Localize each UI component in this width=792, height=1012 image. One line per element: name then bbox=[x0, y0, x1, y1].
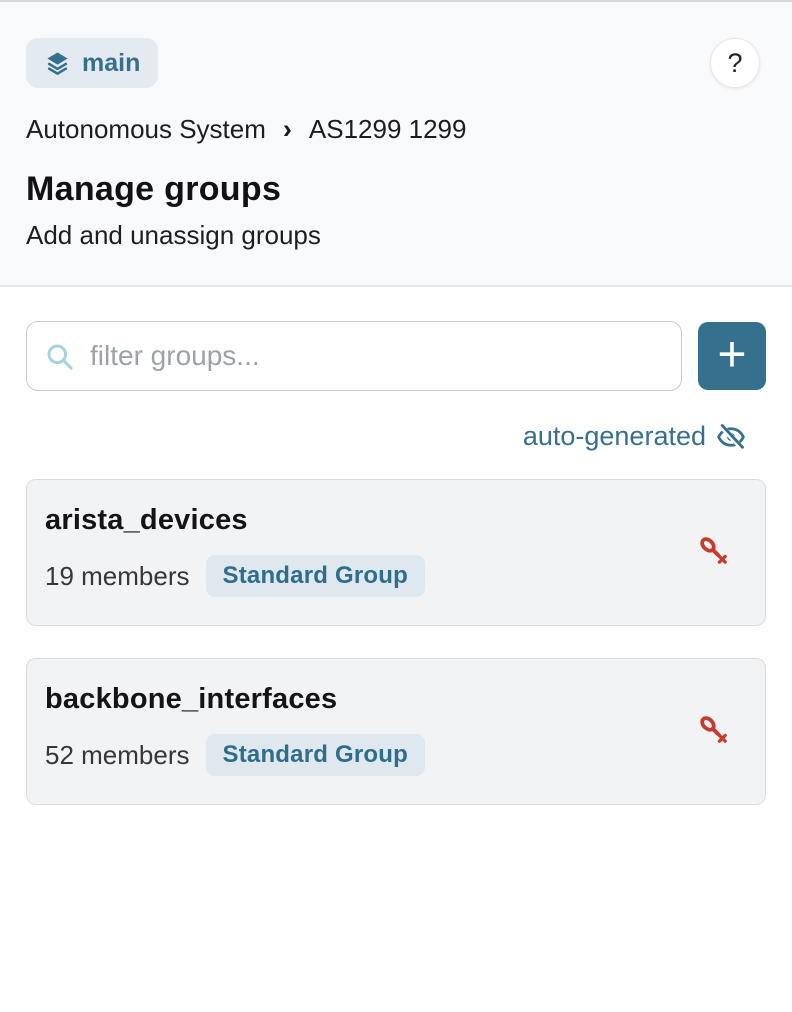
group-type-badge: Standard Group bbox=[206, 555, 425, 597]
page-title: Manage groups bbox=[26, 170, 766, 209]
magnifier-icon bbox=[44, 341, 75, 372]
breadcrumb: Autonomous System › AS1299 1299 bbox=[26, 114, 766, 145]
auto-generated-toggle[interactable]: auto-generated bbox=[523, 421, 746, 452]
group-member-count: 52 members bbox=[45, 740, 190, 771]
group-type-badge: Standard Group bbox=[206, 734, 425, 776]
page-content: + auto-generated arista_device bbox=[0, 321, 792, 805]
auto-generated-label: auto-generated bbox=[523, 421, 706, 452]
group-meta: 19 members Standard Group bbox=[45, 555, 425, 597]
group-member-count: 19 members bbox=[45, 561, 190, 592]
eye-off-icon bbox=[716, 422, 746, 452]
unlink-x-icon bbox=[698, 535, 729, 566]
filter-input-wrapper bbox=[26, 321, 682, 391]
manage-groups-page: main ? Autonomous System › AS1299 1299 M… bbox=[0, 2, 792, 805]
plus-icon: + bbox=[717, 329, 746, 379]
unlink-x-icon bbox=[698, 714, 729, 745]
breadcrumb-parent-link[interactable]: Autonomous System bbox=[26, 114, 266, 145]
breadcrumb-current: AS1299 1299 bbox=[309, 114, 467, 145]
branch-badge[interactable]: main bbox=[26, 38, 158, 88]
branch-name-label: main bbox=[82, 49, 140, 78]
group-name: backbone_interfaces bbox=[45, 683, 425, 716]
header-top-row: main ? bbox=[26, 38, 766, 88]
add-group-button[interactable]: + bbox=[698, 322, 766, 390]
unassign-group-button[interactable] bbox=[694, 531, 733, 570]
auto-generated-row: auto-generated bbox=[26, 421, 766, 452]
page-subtitle: Add and unassign groups bbox=[26, 220, 766, 251]
groups-toolbar: + bbox=[26, 321, 766, 391]
group-meta: 52 members Standard Group bbox=[45, 734, 425, 776]
group-list: arista_devices 19 members Standard Group bbox=[26, 479, 766, 805]
page-header: main ? Autonomous System › AS1299 1299 M… bbox=[0, 2, 792, 287]
group-card-body: arista_devices 19 members Standard Group bbox=[45, 504, 425, 597]
group-card-body: backbone_interfaces 52 members Standard … bbox=[45, 683, 425, 776]
layers-icon bbox=[44, 50, 71, 77]
help-button[interactable]: ? bbox=[710, 38, 760, 88]
filter-groups-input[interactable] bbox=[88, 339, 665, 373]
group-name: arista_devices bbox=[45, 504, 425, 537]
group-card: backbone_interfaces 52 members Standard … bbox=[26, 658, 766, 805]
group-card: arista_devices 19 members Standard Group bbox=[26, 479, 766, 626]
chevron-right-icon: › bbox=[283, 116, 292, 143]
unassign-group-button[interactable] bbox=[694, 710, 733, 749]
